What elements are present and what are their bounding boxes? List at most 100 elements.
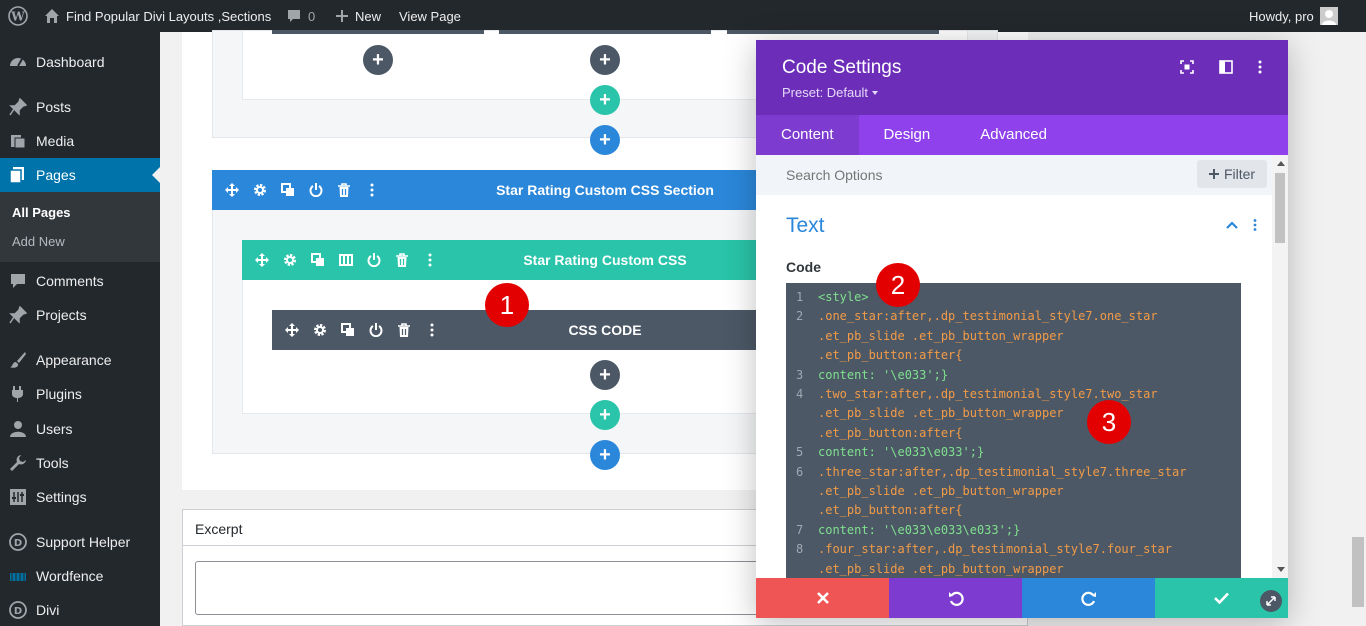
current-menu-arrow-icon — [152, 167, 160, 183]
pin-icon — [0, 306, 36, 324]
sidebar-item-label: Projects — [36, 307, 87, 323]
submenu-add-new[interactable]: Add New — [0, 227, 160, 256]
sidebar-item-pages[interactable]: Pages — [0, 158, 160, 192]
sidebar-item-dashboard[interactable]: Dashboard — [0, 45, 160, 79]
duplicate-icon[interactable] — [304, 253, 332, 267]
power-icon[interactable] — [302, 183, 330, 197]
add-module-button[interactable]: + — [363, 45, 393, 75]
code-line: .et_pb_slide .et_pb_button_wrapper — [786, 404, 1241, 423]
page-scrollbar[interactable] — [1350, 32, 1366, 626]
move-icon[interactable] — [218, 183, 246, 197]
new-content-link[interactable]: New — [335, 0, 381, 32]
sidebar-item-label: Wordfence — [36, 568, 104, 584]
gear-icon[interactable] — [306, 323, 334, 337]
sidebar-item-label: Support Helper — [36, 534, 131, 550]
brush-icon — [0, 351, 36, 369]
text-group-title[interactable]: Text — [786, 214, 825, 238]
search-options-input[interactable] — [786, 165, 1086, 185]
add-module-button[interactable]: + — [590, 360, 620, 390]
preset-selector[interactable]: Preset: Default — [782, 85, 878, 100]
comments-link[interactable]: 0 — [286, 0, 315, 32]
move-icon[interactable] — [248, 253, 276, 267]
add-section-button[interactable]: + — [590, 440, 620, 470]
trash-icon[interactable] — [330, 183, 358, 197]
code-line: .et_pb_button:after{ — [786, 346, 1241, 365]
excerpt-textarea[interactable] — [195, 561, 815, 615]
pages-submenu: All Pages Add New — [0, 192, 160, 262]
more-icon[interactable] — [418, 323, 446, 337]
resize-handle-icon[interactable] — [1260, 590, 1282, 612]
sidebar-item-plugins[interactable]: Plugins — [0, 377, 160, 411]
sidebar-item-wordfence[interactable]: Wordfence — [0, 559, 160, 593]
sidebar-item-projects[interactable]: Projects — [0, 298, 160, 332]
fullscreen-icon[interactable] — [1180, 60, 1194, 74]
power-icon[interactable] — [362, 323, 390, 337]
close-icon — [816, 592, 829, 604]
more-options-icon[interactable] — [1258, 60, 1262, 74]
wordpress-logo-icon[interactable]: W — [8, 0, 28, 32]
columns-icon[interactable] — [332, 253, 360, 267]
duplicate-icon[interactable] — [274, 183, 302, 197]
redo-button[interactable] — [1022, 578, 1155, 618]
svg-text:W: W — [10, 10, 25, 24]
code-text: .one_star:after,.dp_testimonial_style7.o… — [818, 309, 1158, 324]
code-editor[interactable]: 1 <style> 2 .one_star:after,.dp_testimonial… — [786, 283, 1241, 578]
trash-icon[interactable] — [388, 253, 416, 267]
search-bar: Filter — [756, 155, 1272, 195]
snap-sidebar-icon[interactable] — [1219, 60, 1233, 74]
scroll-down-icon[interactable] — [1277, 567, 1285, 572]
comments-count: 0 — [308, 8, 316, 24]
tab-advanced[interactable]: Advanced — [955, 115, 1072, 155]
move-icon[interactable] — [278, 323, 306, 337]
sidebar-item-label: Divi — [36, 602, 60, 618]
tab-content[interactable]: Content — [756, 115, 859, 155]
modal-header: Code Settings Preset: Default — [756, 40, 1288, 115]
more-icon[interactable] — [416, 253, 444, 267]
discard-button[interactable] — [756, 578, 889, 618]
check-icon — [1214, 592, 1229, 604]
sidebar-item-label: Users — [36, 421, 73, 437]
gear-icon[interactable] — [246, 183, 274, 197]
scroll-thumb[interactable] — [1275, 173, 1285, 243]
trash-icon[interactable] — [390, 323, 418, 337]
add-module-button[interactable]: + — [590, 45, 620, 75]
page-scroll-thumb[interactable] — [1352, 537, 1364, 607]
sidebar-item-media[interactable]: Media — [0, 124, 160, 158]
sidebar-item-appearance[interactable]: Appearance — [0, 343, 160, 377]
pages-icon — [0, 166, 36, 184]
sidebar-item-users[interactable]: Users — [0, 412, 160, 446]
my-account-menu[interactable]: Howdy, pro — [1249, 0, 1338, 32]
save-button[interactable] — [1155, 578, 1288, 618]
user-icon — [0, 420, 36, 438]
code-text: <style> — [818, 290, 869, 304]
code-line: .et_pb_button:after{ — [786, 424, 1241, 443]
code-field-label: Code — [786, 259, 821, 275]
sidebar-item-divi[interactable]: D Divi — [0, 593, 160, 626]
sidebar-item-support-helper[interactable]: D Support Helper — [0, 525, 160, 559]
dashboard-icon — [0, 53, 36, 71]
duplicate-icon[interactable] — [334, 323, 362, 337]
add-row-button[interactable]: + — [590, 400, 620, 430]
undo-button[interactable] — [889, 578, 1022, 618]
filter-button[interactable]: Filter — [1197, 160, 1267, 188]
add-row-button[interactable]: + — [590, 85, 620, 115]
submenu-all-pages[interactable]: All Pages — [0, 198, 160, 227]
scroll-up-icon[interactable] — [1277, 161, 1285, 166]
line-number: 2 — [796, 309, 804, 324]
power-icon[interactable] — [360, 253, 388, 267]
svg-text:D: D — [14, 606, 22, 617]
gear-icon[interactable] — [276, 253, 304, 267]
modal-scrollbar[interactable] — [1272, 155, 1288, 578]
group-more-icon[interactable] — [1253, 219, 1257, 231]
view-page-link[interactable]: View Page — [399, 0, 461, 32]
settings-icon — [0, 488, 36, 506]
sidebar-item-posts[interactable]: Posts — [0, 90, 160, 124]
more-icon[interactable] — [358, 183, 386, 197]
site-name-link[interactable]: Find Popular Divi Layouts ,Sections — [44, 0, 271, 32]
sidebar-item-settings[interactable]: Settings — [0, 480, 160, 514]
sidebar-item-tools[interactable]: Tools — [0, 446, 160, 480]
tab-design[interactable]: Design — [859, 115, 956, 155]
add-section-button[interactable]: + — [590, 125, 620, 155]
chevron-up-icon[interactable] — [1226, 221, 1238, 229]
sidebar-item-comments[interactable]: Comments — [0, 264, 160, 298]
